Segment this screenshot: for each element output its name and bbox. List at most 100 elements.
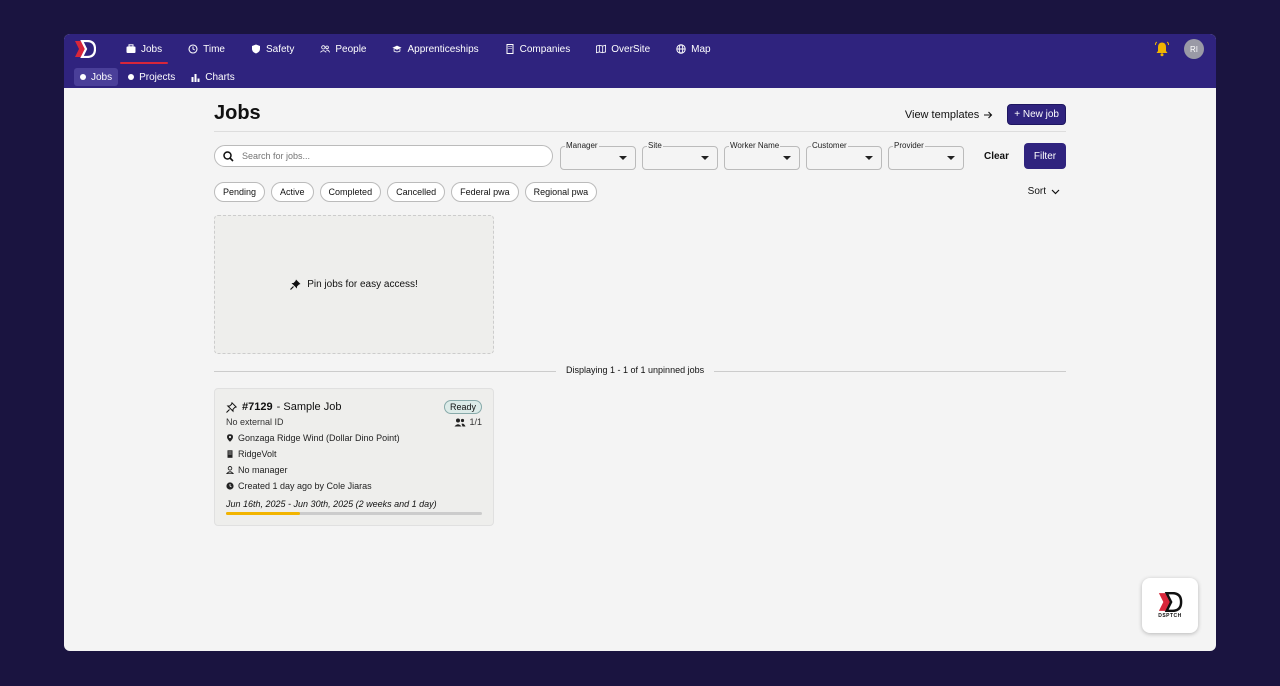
pin-outline-icon[interactable] [226,401,237,413]
job-company-row: RidgeVolt [226,449,482,459]
nav-jobs[interactable]: Jobs [118,34,170,64]
arrow-right-icon [984,111,993,118]
worker-count-value: 1/1 [469,417,482,427]
chevron-down-icon [783,156,791,160]
worker-name-select[interactable]: Worker Name [724,141,800,170]
nav-apprenticeships-label: Apprenticeships [407,43,479,55]
job-card[interactable]: #7129 - Sample Job Ready No external ID … [214,388,494,526]
view-templates-label: View templates [904,108,980,121]
people-icon [320,45,331,53]
subnav-projects[interactable]: Projects [122,68,181,86]
nav-companies-label: Companies [519,43,571,55]
nav-safety[interactable]: Safety [243,34,302,64]
job-manager-row: No manager [226,465,482,475]
globe-icon [676,44,686,54]
subnav-charts-label: Charts [205,71,235,83]
nav-oversite-label: OverSite [611,43,651,55]
displaying-count: Displaying 1 - 1 of 1 unpinned jobs [556,365,715,375]
page-title: Jobs [214,102,261,124]
job-created-row: Created 1 day ago by Cole Jiaras [226,481,482,491]
subnav-jobs[interactable]: Jobs [74,68,119,86]
search-input[interactable] [240,150,524,162]
nav-map[interactable]: Map [668,34,718,64]
job-manager: No manager [238,465,288,475]
nav-time-label: Time [203,43,225,55]
nav-map-label: Map [691,43,711,55]
sort-button[interactable]: Sort [1028,186,1060,197]
pinned-jobs-area: Pin jobs for easy access! [214,215,494,354]
search-icon [223,150,234,162]
manager-select[interactable]: Manager [560,141,636,170]
customer-select-label: Customer [811,141,848,150]
dot-icon [80,74,86,80]
nav-oversite[interactable]: OverSite [588,34,658,64]
status-chips: Pending Active Completed Cancelled Feder… [214,182,598,202]
provider-select[interactable]: Provider [888,141,964,170]
job-site: Gonzaga Ridge Wind (Dollar Dino Point) [238,433,400,443]
worker-count: 1/1 [454,417,482,427]
clock-icon [226,482,234,490]
sort-label: Sort [1027,186,1046,197]
chevron-down-icon [619,156,627,160]
header-divider [214,131,1066,132]
chevron-down-icon [701,156,709,160]
header-actions: View templates + New job [905,104,1066,125]
chevron-down-icon [1051,189,1060,194]
support-widget[interactable]: DSPTCH [1142,578,1198,633]
external-id: No external ID [226,417,284,427]
customer-select[interactable]: Customer [806,141,882,170]
nav-people[interactable]: People [312,34,374,64]
people-icon [454,418,466,426]
job-number: #7129 [242,401,273,413]
job-title: #7129 - Sample Job [226,401,341,413]
filter-button[interactable]: Filter [1024,143,1066,169]
dsptch-logo[interactable] [74,40,96,58]
worker-name-select-label: Worker Name [729,141,781,150]
bar-chart-icon [191,73,200,82]
nav-companies[interactable]: Companies [497,34,579,64]
chevron-down-icon [865,156,873,160]
chip-completed[interactable]: Completed [319,182,382,202]
new-job-button[interactable]: + New job [1007,104,1066,125]
search-box[interactable] [214,145,553,167]
site-select[interactable]: Site [642,141,718,170]
subnav-projects-label: Projects [139,71,176,83]
pin-message: Pin jobs for easy access! [307,279,418,290]
user-icon [226,466,234,474]
chip-regional-pwa[interactable]: Regional pwa [524,182,598,202]
sub-nav: Jobs Projects Charts [74,68,241,86]
view-templates-link[interactable]: View templates [905,109,993,121]
chip-active[interactable]: Active [271,182,314,202]
job-created: Created 1 day ago by Cole Jiaras [238,481,372,491]
main-nav: Jobs Time Safety People Apprenticeships … [118,34,729,64]
job-progress-fill [226,512,301,515]
job-progress-bar [226,512,482,515]
dsptch-logo [1158,592,1183,612]
nav-time[interactable]: Time [180,34,233,64]
top-navigation: Jobs Time Safety People Apprenticeships … [64,34,1216,88]
chip-cancelled[interactable]: Cancelled [387,182,446,202]
nav-right-actions: RI [1154,39,1204,59]
chip-pending[interactable]: Pending [214,182,266,202]
subnav-charts[interactable]: Charts [185,68,240,86]
job-sub-row: No external ID 1/1 [226,417,482,427]
manager-select-label: Manager [565,141,599,150]
provider-select-label: Provider [893,141,925,150]
chip-federal-pwa[interactable]: Federal pwa [451,182,519,202]
building-icon [506,44,514,54]
pin-icon [290,279,301,290]
site-select-label: Site [647,141,663,150]
user-avatar[interactable]: RI [1184,39,1204,59]
bell-icon[interactable] [1154,41,1170,57]
graduation-cap-icon [392,45,403,53]
clear-button[interactable]: Clear [984,151,1009,162]
dot-icon [128,74,135,80]
nav-apprenticeships[interactable]: Apprenticeships [384,34,486,64]
nav-jobs-label: Jobs [141,43,163,55]
chevron-down-icon [947,156,955,160]
building-icon [227,450,233,458]
nav-people-label: People [335,43,367,55]
job-title-row: #7129 - Sample Job Ready [226,400,482,414]
job-company: RidgeVolt [238,449,277,459]
shield-icon [251,44,260,54]
